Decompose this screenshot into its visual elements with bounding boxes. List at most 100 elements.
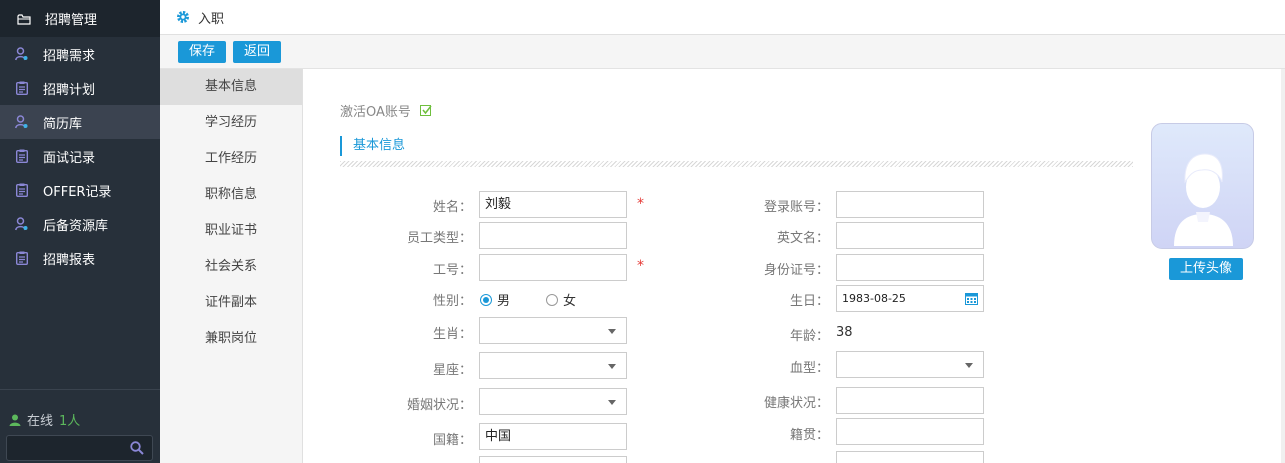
- section-nav-item[interactable]: 工作经历: [160, 141, 302, 177]
- english-name-field[interactable]: [836, 222, 984, 249]
- marital-label: 婚姻状况：: [406, 398, 472, 413]
- chevron-down-icon: [965, 363, 973, 368]
- check-icon: [422, 105, 432, 115]
- next-field-right[interactable]: [836, 451, 984, 463]
- blood-type-select[interactable]: [836, 351, 984, 378]
- sidebar-item-label: 招聘报表: [43, 252, 96, 268]
- gender-label: 性别：: [432, 294, 472, 309]
- emp-type-field[interactable]: [479, 222, 627, 249]
- age-value: 38: [836, 325, 853, 340]
- age-label: 年龄：: [789, 329, 829, 344]
- sidebar-item-label: 简历库: [43, 116, 83, 132]
- save-button[interactable]: 保存: [178, 40, 227, 63]
- gender-male-radio[interactable]: 男: [480, 290, 510, 309]
- section-nav-item[interactable]: 职业证书: [160, 213, 302, 249]
- emp-no-field[interactable]: [479, 254, 627, 281]
- constellation-label: 星座：: [432, 363, 472, 378]
- sidebar-item[interactable]: 招聘计划: [0, 71, 160, 105]
- main-form: 激活OA账号 基本信息 姓名： 刘毅 * 员工类型： 工号： * 性别： 男 女…: [304, 69, 1285, 463]
- clipboard-icon: [15, 149, 28, 163]
- nationality-label: 国籍：: [432, 433, 472, 448]
- section-nav-item[interactable]: 学习经历: [160, 105, 302, 141]
- emp-type-label: 员工类型：: [406, 231, 472, 246]
- next-field[interactable]: [479, 456, 627, 463]
- section-nav: 基本信息 学习经历 工作经历 职称信息 职业证书 社会关系 证件副本 兼职岗位: [160, 69, 303, 463]
- emp-no-label: 工号：: [432, 263, 472, 278]
- sidebar-item[interactable]: OFFER记录: [0, 173, 160, 207]
- activate-oa-checkbox[interactable]: [419, 105, 432, 116]
- section-title: 基本信息: [340, 136, 405, 156]
- activate-oa-label: 激活OA账号: [340, 105, 411, 120]
- zodiac-select[interactable]: [479, 317, 627, 344]
- nationality-field[interactable]: 中国: [479, 423, 627, 450]
- sidebar-header-title: 招聘管理: [45, 13, 98, 28]
- activate-oa[interactable]: 激活OA账号: [340, 101, 432, 120]
- constellation-select[interactable]: [479, 352, 627, 379]
- back-button[interactable]: 返回: [233, 40, 282, 63]
- sidebar-item-label: 招聘需求: [43, 48, 96, 64]
- sidebar-item[interactable]: 招聘报表: [0, 241, 160, 275]
- sidebar-search-input[interactable]: [6, 435, 153, 461]
- origin-label: 籍贯：: [789, 428, 829, 443]
- health-label: 健康状况：: [763, 396, 829, 411]
- page-title: 入职: [198, 11, 225, 27]
- sidebar-item[interactable]: 招聘需求: [0, 37, 160, 71]
- clipboard-icon: [15, 81, 28, 95]
- emp-no-required-mark: *: [637, 258, 644, 274]
- sidebar-footer: 在线 1人: [0, 389, 160, 463]
- sidebar-item[interactable]: 后备资源库: [0, 207, 160, 241]
- section-nav-item[interactable]: 基本信息: [160, 69, 302, 105]
- name-required-mark: *: [637, 196, 644, 212]
- clipboard-icon: [15, 251, 28, 265]
- english-name-label: 英文名：: [776, 231, 829, 246]
- sidebar-item[interactable]: 面试记录: [0, 139, 160, 173]
- person-icon: [15, 217, 28, 231]
- sidebar: 招聘管理 招聘需求招聘计划简历库面试记录 OFFER记录后备资源库招聘报表 在线 …: [0, 0, 160, 463]
- idcard-label: 身份证号：: [763, 263, 829, 278]
- folder-icon: [17, 13, 31, 25]
- section-nav-item[interactable]: 社会关系: [160, 249, 302, 285]
- birthday-field[interactable]: 1983-08-25: [836, 285, 984, 312]
- sidebar-item-label: 后备资源库: [43, 218, 109, 234]
- birthday-label: 生日：: [789, 294, 829, 309]
- online-count: 1人: [59, 414, 81, 429]
- name-label: 姓名：: [432, 200, 472, 215]
- online-status: 在线 1人: [9, 410, 80, 429]
- health-field[interactable]: [836, 387, 984, 414]
- chevron-down-icon: [608, 329, 616, 334]
- search-icon[interactable]: [130, 441, 144, 455]
- birthday-value: 1983-08-25: [842, 292, 906, 305]
- sidebar-item-label: 面试记录: [43, 150, 96, 166]
- radio-checked[interactable]: [480, 293, 492, 306]
- online-label: 在线: [27, 414, 54, 429]
- scrollbar[interactable]: [1281, 69, 1285, 463]
- toolbar: 保存 返回: [160, 35, 1285, 69]
- login-field[interactable]: [836, 191, 984, 218]
- idcard-field[interactable]: [836, 254, 984, 281]
- blood-type-label: 血型：: [789, 361, 829, 376]
- name-field[interactable]: 刘毅: [479, 191, 627, 218]
- gender-female-label: 女: [563, 294, 577, 309]
- gender-female-radio[interactable]: 女: [546, 290, 576, 309]
- avatar: [1151, 123, 1254, 249]
- gear-icon: [177, 11, 189, 23]
- section-nav-item[interactable]: 职称信息: [160, 177, 302, 213]
- sidebar-item-label: 招聘计划: [43, 82, 96, 98]
- section-divider: [340, 161, 1133, 167]
- clipboard-icon: [15, 183, 28, 197]
- chevron-down-icon: [608, 400, 616, 405]
- gender-male-label: 男: [497, 294, 511, 309]
- breadcrumb: 入职: [160, 0, 1285, 35]
- marital-select[interactable]: [479, 388, 627, 415]
- radio-unchecked[interactable]: [546, 293, 558, 306]
- section-nav-item[interactable]: 兼职岗位: [160, 321, 302, 357]
- user-icon: [9, 414, 21, 426]
- origin-field[interactable]: [836, 418, 984, 445]
- sidebar-header[interactable]: 招聘管理: [0, 0, 160, 37]
- section-nav-item[interactable]: 证件副本: [160, 285, 302, 321]
- upload-avatar-button[interactable]: 上传头像: [1169, 258, 1243, 280]
- sidebar-item[interactable]: 简历库: [0, 105, 160, 139]
- person-silhouette-icon: [1174, 153, 1233, 246]
- calendar-icon[interactable]: [965, 292, 978, 305]
- person-icon: [15, 115, 28, 129]
